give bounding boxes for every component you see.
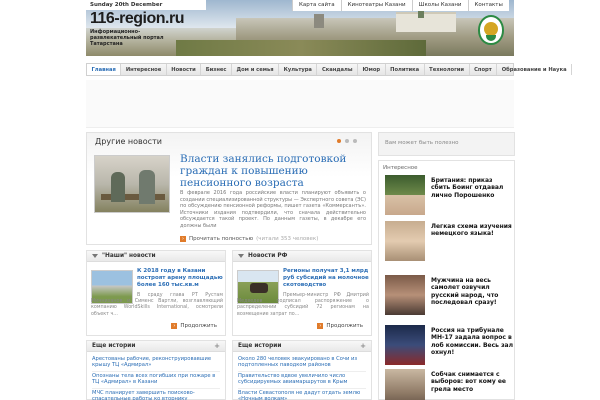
story-link[interactable]: Правительство вдвое увеличило число субс…	[238, 372, 366, 389]
slider-excerpt: В феврале 2016 года российские власти пл…	[180, 190, 366, 229]
header-building	[314, 14, 324, 28]
top-menu-contacts[interactable]: Контакты	[467, 0, 509, 11]
local-news-header: "Наши" новости	[87, 251, 225, 262]
nav-culture[interactable]: Культура	[279, 64, 318, 75]
more-stories-title-2: Еще истории	[238, 343, 282, 349]
main-nav: Главная Интересное Новости Бизнес Дом и …	[86, 63, 573, 76]
interesting-thumb[interactable]	[385, 369, 425, 400]
russia-news-excerpt: Премьер-министр РФ Дмитрий Медведев подп…	[237, 293, 369, 317]
nav-interesting[interactable]: Интересное	[121, 64, 167, 75]
nav-news[interactable]: Новости	[167, 64, 202, 75]
slider-dots	[337, 139, 357, 143]
top-menu-sitemap[interactable]: Карта сайта	[292, 0, 341, 11]
readmore-label[interactable]: Прочитать полностью	[189, 236, 253, 242]
featured-news-slider: Другие новости Власти занялись подготовк…	[86, 132, 372, 245]
nav-business[interactable]: Бизнес	[201, 64, 232, 75]
story-link[interactable]: Около 280 человек эвакуировано в Сочи из…	[238, 355, 366, 372]
local-news-excerpt: В сраду глава РТ Рустам Минниханов и Сим…	[91, 293, 223, 317]
nav-home[interactable]: Главная	[87, 64, 122, 75]
interesting-title[interactable]: Собчак снимается с выборов: вот кому ее …	[431, 371, 513, 393]
ad-banner-area	[86, 80, 514, 128]
top-menu-cinemas[interactable]: Кинотеатры Казани	[340, 0, 412, 11]
interesting-widget: Интересное Британия: приказ сбить Боинг …	[378, 160, 515, 400]
interesting-item[interactable]: Легкая схема изучения немецкого языка!	[385, 221, 513, 265]
russia-news-header: Новости РФ	[233, 251, 371, 262]
slider-dot-2[interactable]	[345, 139, 349, 143]
slider-readmore[interactable]: › Прочитать полностью (читали 353 челове…	[180, 236, 318, 242]
russia-news-box: Новости РФ Регионы получат 3,1 млрд руб …	[232, 250, 372, 336]
interesting-title[interactable]: Мужчина на весь самолет озвучил русский …	[431, 277, 513, 307]
arrow-right-icon: ›	[180, 236, 186, 242]
interesting-thumb[interactable]	[385, 325, 425, 365]
russia-news-headline[interactable]: Регионы получат 3,1 млрд руб субсидий на…	[283, 268, 369, 289]
arrow-right-icon: ›	[171, 323, 178, 329]
slider-dot-3[interactable]	[353, 139, 357, 143]
view-count: (читали 353 человек)	[256, 236, 319, 242]
more-stories-header-1: Еще истории +	[87, 341, 225, 352]
russia-news-more-label[interactable]: Продолжить	[326, 323, 363, 329]
interesting-title[interactable]: Легкая схема изучения немецкого языка!	[431, 223, 513, 238]
nav-sport[interactable]: Спорт	[470, 64, 498, 75]
interesting-thumb[interactable]	[385, 221, 425, 261]
header-greenery	[176, 40, 426, 56]
nav-humor[interactable]: Юмор	[358, 64, 386, 75]
story-link[interactable]: МЧС планирует завершить поисково-спасате…	[92, 389, 220, 400]
nav-scandals[interactable]: Скандалы	[317, 64, 359, 75]
local-news-box: "Наши" новости К 2018 году в Казани пост…	[86, 250, 226, 336]
caret-down-icon	[238, 254, 244, 258]
arrow-right-icon: ›	[317, 323, 324, 329]
interesting-item[interactable]: Британия: приказ сбить Боинг отдавал лич…	[385, 175, 513, 219]
site-slogan: Информационно-развлекательный портал Тат…	[90, 29, 164, 47]
interesting-label: Интересное	[383, 165, 418, 171]
plus-icon[interactable]: +	[214, 342, 220, 350]
top-menu: Карта сайта Кинотеатры Казани Школы Каза…	[292, 0, 509, 11]
interesting-item[interactable]: Россия на трибунале МН-17 задала вопрос …	[385, 325, 513, 369]
local-news-more[interactable]: › Продолжить	[171, 323, 217, 329]
slider-image[interactable]	[94, 155, 170, 213]
slider-dot-1[interactable]	[337, 139, 341, 143]
interesting-item[interactable]: Мужчина на весь самолет озвучил русский …	[385, 275, 513, 319]
story-link[interactable]: Власти Севастополя не дадут отдать землю…	[238, 389, 366, 400]
interesting-thumb[interactable]	[385, 175, 425, 215]
interesting-title[interactable]: Россия на трибунале МН-17 задала вопрос …	[431, 327, 513, 357]
site-logo[interactable]: 116-region.ru	[90, 10, 184, 28]
top-menu-schools[interactable]: Школы Казани	[411, 0, 468, 11]
plus-icon[interactable]: +	[360, 342, 366, 350]
date-label: Sunday 20th December	[86, 0, 206, 10]
header-kremlin	[396, 12, 456, 32]
site-header: Sunday 20th December 116-region.ru Инфор…	[86, 0, 514, 56]
story-link[interactable]: Арестованы рабочие, реконструировавшие к…	[92, 355, 220, 372]
local-news-more-label[interactable]: Продолжить	[180, 323, 217, 329]
slider-title: Другие новости	[95, 137, 162, 146]
more-stories-title-1: Еще истории	[92, 343, 136, 349]
slider-headline[interactable]: Власти занялись подготовкой граждан к по…	[180, 153, 366, 189]
nav-home-family[interactable]: Дом и семья	[232, 64, 280, 75]
nav-politics[interactable]: Политика	[386, 64, 425, 75]
local-news-headline[interactable]: К 2018 году в Казани построят арену площ…	[137, 268, 223, 289]
russia-news-title: Новости РФ	[248, 253, 288, 259]
caret-down-icon	[92, 254, 98, 258]
interesting-title[interactable]: Британия: приказ сбить Боинг отдавал лич…	[431, 177, 513, 199]
nav-technology[interactable]: Технологии	[425, 64, 470, 75]
local-news-title: "Наши" новости	[102, 253, 156, 259]
interesting-item[interactable]: Собчак снимается с выборов: вот кому ее …	[385, 369, 513, 400]
sidebar-ad: Вам может быть полезно	[378, 132, 515, 156]
interesting-thumb[interactable]	[385, 275, 425, 315]
russia-news-more[interactable]: › Продолжить	[317, 323, 363, 329]
nav-education[interactable]: Образование и Наука	[497, 64, 573, 75]
story-link[interactable]: Опознаны тела всех погибших при пожаре в…	[92, 372, 220, 389]
more-stories-box-1: Еще истории + Арестованы рабочие, реконс…	[86, 340, 226, 400]
more-stories-header-2: Еще истории +	[233, 341, 371, 352]
more-stories-box-2: Еще истории + Около 280 человек эвакуиро…	[232, 340, 372, 400]
tatarstan-emblem-icon	[478, 15, 504, 45]
